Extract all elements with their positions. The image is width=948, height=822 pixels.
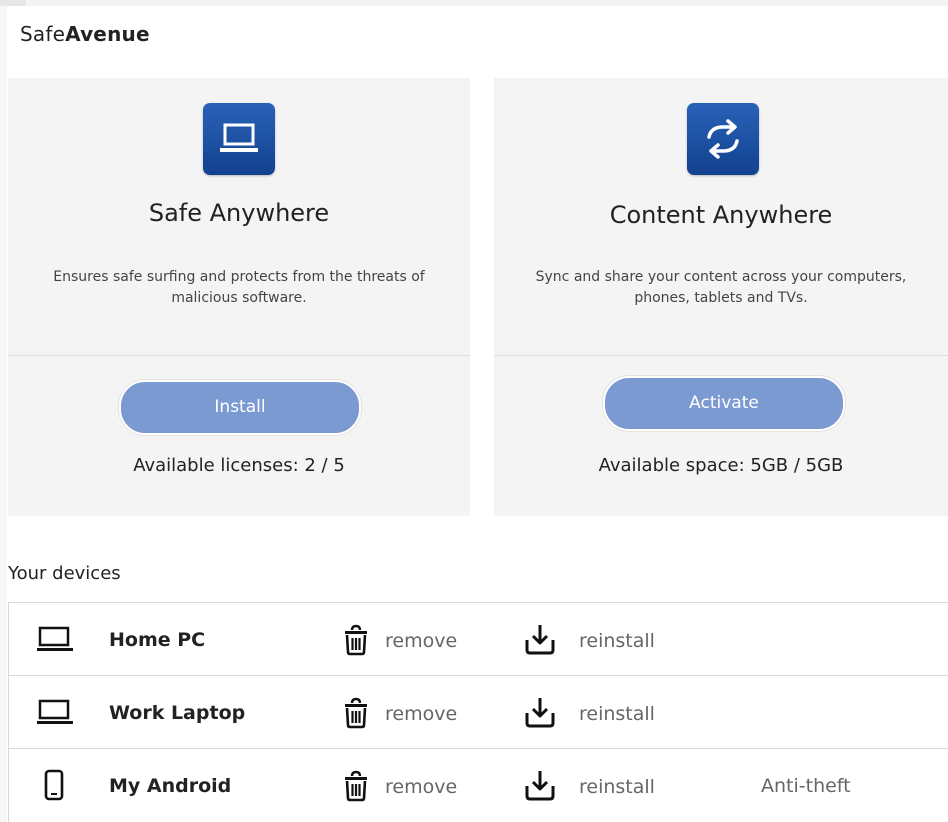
reinstall-device-button[interactable]: reinstall [523, 623, 683, 657]
available-space: Available space: 5GB / 5GB [598, 455, 844, 476]
product-card-safe-anywhere: Safe Anywhere Ensures safe surfing and p… [8, 78, 470, 516]
product-card-content-anywhere: Content Anywhere Sync and share your con… [494, 78, 948, 516]
device-row: Home PC remove reinstall [9, 603, 948, 676]
reinstall-label: reinstall [579, 630, 655, 652]
reinstall-device-button[interactable]: reinstall [523, 769, 683, 803]
reinstall-label: reinstall [579, 703, 655, 725]
remove-device-button[interactable]: remove [341, 696, 481, 730]
card-divider [494, 355, 948, 356]
devices-heading: Your devices [8, 563, 121, 584]
product-description: Sync and share your content across your … [535, 269, 907, 306]
trash-icon [345, 697, 367, 729]
device-name: My Android [109, 775, 232, 797]
anti-theft-link[interactable]: Anti-theft [761, 775, 851, 797]
remove-label: remove [385, 776, 458, 798]
left-edge [0, 6, 7, 822]
device-name: Home PC [109, 629, 206, 651]
laptop-icon [35, 696, 75, 728]
download-icon [525, 771, 555, 801]
remove-device-button[interactable]: remove [341, 623, 481, 657]
product-title: Safe Anywhere [148, 199, 330, 227]
sync-icon [687, 103, 759, 175]
remove-device-button[interactable]: remove [341, 769, 481, 803]
available-licenses: Available licenses: 2 / 5 [133, 455, 345, 476]
phone-icon [35, 769, 75, 801]
device-row: My Android remove reinstall Anti-theft [9, 749, 948, 822]
reinstall-device-button[interactable]: reinstall [523, 696, 683, 730]
download-icon [525, 698, 555, 728]
reinstall-label: reinstall [579, 776, 655, 798]
device-row: Work Laptop remove reinstall [9, 676, 948, 749]
laptop-icon [35, 623, 75, 655]
activate-button[interactable]: Activate [603, 376, 845, 431]
install-button[interactable]: Install [119, 380, 361, 435]
brand-name-light: Safe [20, 22, 66, 46]
product-description: Ensures safe surfing and protects from t… [53, 269, 425, 306]
product-title: Content Anywhere [609, 201, 833, 229]
brand-name-bold: Avenue [65, 22, 150, 46]
card-divider [8, 355, 470, 356]
remove-label: remove [385, 630, 458, 652]
top-border [0, 0, 948, 6]
brand-logo[interactable]: SafeAvenue [20, 22, 150, 46]
page: SafeAvenue Safe Anywhere Ensures safe su… [0, 0, 948, 822]
device-name: Work Laptop [109, 702, 246, 724]
trash-icon [345, 770, 367, 802]
devices-list: Home PC remove reinstall Work Laptop rem… [8, 602, 948, 822]
laptop-icon [203, 103, 275, 175]
remove-label: remove [385, 703, 458, 725]
trash-icon [345, 624, 367, 656]
download-icon [525, 625, 555, 655]
